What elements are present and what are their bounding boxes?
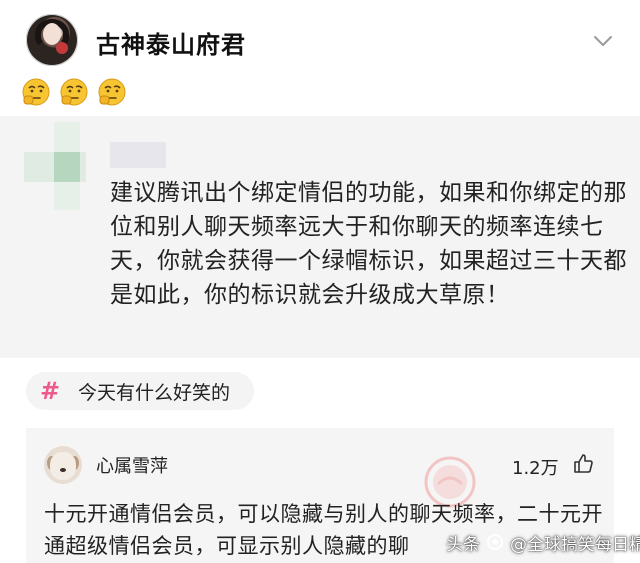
- chevron-down-icon[interactable]: [592, 30, 614, 52]
- quoted-post-text: 建议腾讯出个绑定情侣的功能，如果和你绑定的那位和别人聊天频率远大于和你聊天的频率…: [110, 180, 627, 308]
- thinking-face-icon: [22, 78, 50, 106]
- hashtag-icon: #: [40, 377, 61, 405]
- blurred-username: [110, 142, 166, 168]
- topic-chip[interactable]: # 今天有什么好笑的: [26, 372, 254, 410]
- post-header: 古神泰山府君: [0, 0, 640, 80]
- quoted-post-card[interactable]: 建议腾讯出个绑定情侣的功能，如果和你绑定的那位和别人聊天频率远大于和你聊天的频率…: [0, 116, 640, 358]
- commenter-name[interactable]: 心属雪萍: [96, 452, 168, 478]
- thinking-face-icon: [98, 78, 126, 106]
- watermark-circle-icon: [487, 534, 503, 550]
- source-watermark: 头条 @全球搞笑每日精选: [446, 528, 640, 556]
- topic-label: 今天有什么好笑的: [78, 381, 231, 404]
- blurred-avatar: [24, 122, 86, 210]
- thinking-face-icon: [60, 78, 88, 106]
- emoji-row: [20, 76, 128, 108]
- post-screenshot: 古神泰山府君 建议腾讯出个绑定情侣的功能，如果和你绑定的那位和别人聊天频率远大于…: [0, 0, 640, 563]
- watermark-logo: 头条: [446, 534, 480, 555]
- author-avatar[interactable]: [26, 14, 78, 66]
- author-name[interactable]: 古神泰山府君: [96, 25, 246, 60]
- like-count: 1.2万: [512, 458, 559, 479]
- thumbs-up-icon[interactable]: [572, 452, 594, 474]
- watermark-text: @全球搞笑每日精选: [510, 534, 640, 555]
- commenter-avatar[interactable]: [44, 446, 82, 484]
